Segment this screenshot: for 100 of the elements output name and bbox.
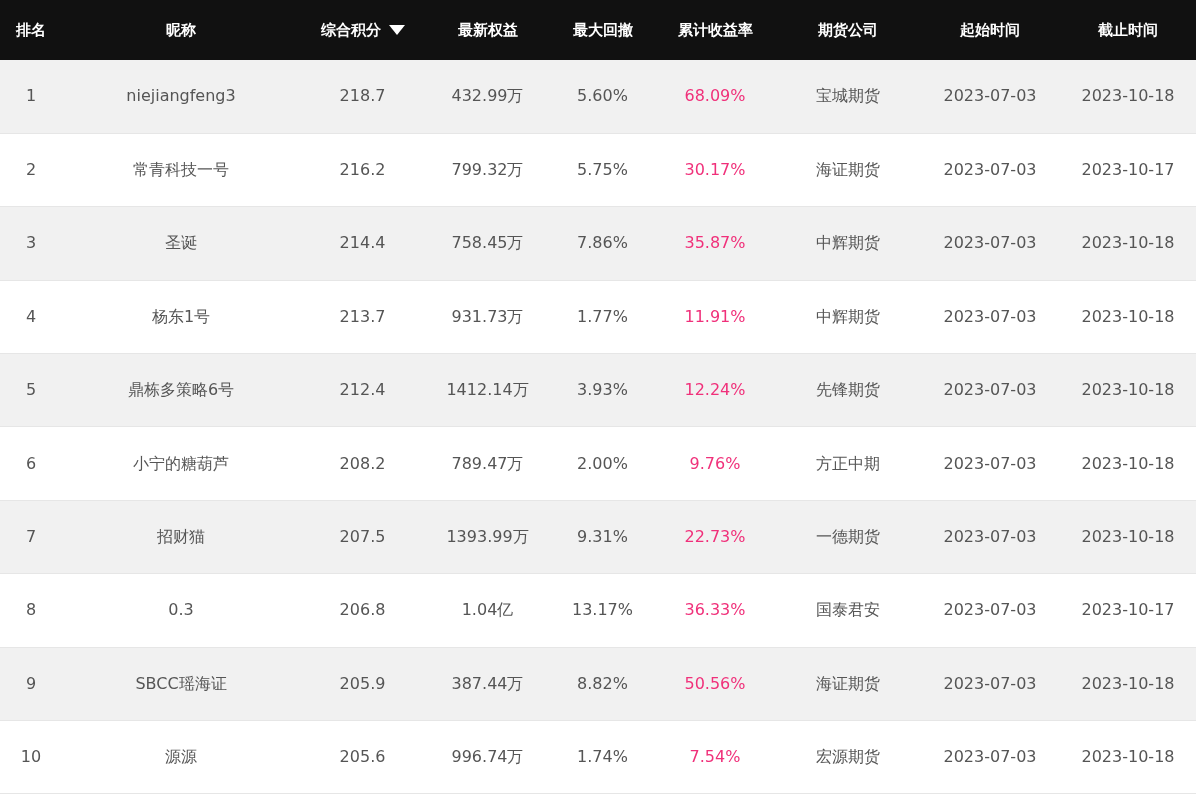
table-cell: 1 [25,86,37,106]
table-cell: 1.77% [577,306,628,326]
table-cell: 9.31% [577,527,628,547]
table-cell: 海证期货 [815,160,880,180]
table-cell: 方正中期 [815,453,880,473]
table-cell: 11.91% [684,306,746,326]
table-cell: 9.76% [689,453,741,473]
table-cell: 12.24% [684,380,746,400]
table-cell: 圣诞 [165,233,197,253]
table-cell: 2.00% [577,453,628,473]
table-cell: 海证期货 [815,673,880,693]
table-cell: 2023-10-18 [1081,747,1175,767]
table-cell: 931.73万 [451,306,524,326]
column-header[interactable]: 截止时间 [1098,18,1158,42]
table-cell: 2023-07-03 [943,233,1037,253]
table-cell: 216.2 [339,160,386,180]
table-cell: 2023-10-17 [1081,160,1175,180]
table-cell: 1393.99万 [446,527,529,547]
table-cell: 2023-10-18 [1081,380,1175,400]
table-cell: 2023-07-03 [943,453,1037,473]
table-cell: 996.74万 [451,747,524,767]
table-cell: 先锋期货 [815,380,880,400]
column-header[interactable]: 排名 [16,18,46,42]
table-cell: 1.74% [577,747,628,767]
table-cell: 206.8 [339,600,386,620]
table-cell: 2023-07-03 [943,380,1037,400]
table-cell: 招财猫 [157,527,205,547]
sort-descending-icon[interactable] [388,25,405,35]
table-cell: 213.7 [339,306,386,326]
table-cell: 一德期货 [815,527,880,547]
column-header[interactable]: 期货公司 [817,18,878,42]
table-cell: 5.60% [577,86,628,106]
table-cell: 8.82% [577,673,628,693]
table-cell: 2023-10-18 [1081,527,1175,547]
table-cell: 国泰君安 [815,600,880,620]
table-cell: 2023-10-17 [1081,600,1175,620]
table-cell: 22.73% [684,527,746,547]
table-cell: 218.7 [339,86,386,106]
table-cell: SBCC瑶海证 [135,673,227,693]
column-header[interactable]: 起始时间 [960,18,1020,42]
table-cell: niejiangfeng3 [126,86,236,106]
table-cell: 214.4 [339,233,386,253]
table-cell: 2023-07-03 [943,86,1037,106]
column-header[interactable]: 昵称 [166,18,196,42]
table-cell: 432.99万 [451,86,524,106]
table-cell: 13.17% [572,600,633,620]
table-cell: 7 [25,527,37,547]
table-cell: 207.5 [339,527,386,547]
table-cell: 50.56% [684,673,746,693]
table-cell: 宏源期货 [815,747,880,767]
column-header[interactable]: 最新权益 [457,18,518,42]
table-cell: 4 [25,306,37,326]
table-cell: 6 [25,453,37,473]
table-cell: 小宁的糖葫芦 [133,453,229,473]
table-cell: 789.47万 [451,453,524,473]
table-cell: 5.75% [577,160,628,180]
table-cell: 2023-07-03 [943,673,1037,693]
table-cell: 799.32万 [451,160,524,180]
table-cell: 3.93% [577,380,628,400]
table-cell: 中辉期货 [815,306,880,326]
table-cell: 常青科技一号 [133,160,229,180]
table-cell: 7.54% [689,747,741,767]
table-cell: 2023-07-03 [943,306,1037,326]
table-cell: 2023-07-03 [943,747,1037,767]
table-cell: 212.4 [339,380,386,400]
table-cell: 0.3 [168,600,194,620]
table-cell: 7.86% [577,233,628,253]
table-cell: 3 [25,233,37,253]
table-cell: 9 [25,673,37,693]
column-header[interactable]: 综合积分 [320,18,381,42]
table-cell: 2 [25,160,37,180]
table-cell: 10 [20,747,42,767]
table-cell: 8 [25,600,37,620]
column-header[interactable]: 最大回撤 [572,18,633,42]
table-cell: 758.45万 [451,233,524,253]
table-cell: 208.2 [339,453,386,473]
table-cell: 鼎栋多策略6号 [127,380,235,400]
table-cell: 205.6 [339,747,386,767]
table-cell: 1.04亿 [461,600,514,620]
table-cell: 2023-10-18 [1081,233,1175,253]
table-cell: 387.44万 [451,673,524,693]
column-header[interactable]: 累计收益率 [677,18,753,42]
table-cell: 宝城期货 [815,86,880,106]
table-cell: 5 [25,380,37,400]
table-cell: 源源 [165,747,197,767]
table-cell: 2023-10-18 [1081,453,1175,473]
table-cell: 68.09% [684,86,746,106]
table-cell: 2023-10-18 [1081,673,1175,693]
table-cell: 2023-07-03 [943,160,1037,180]
table-cell: 杨东1号 [151,306,211,326]
table-cell: 36.33% [684,600,746,620]
table-cell: 中辉期货 [815,233,880,253]
table-cell: 2023-10-18 [1081,306,1175,326]
table-cell: 2023-07-03 [943,527,1037,547]
table-cell: 30.17% [684,160,746,180]
table-cell: 2023-10-18 [1081,86,1175,106]
table-cell: 35.87% [684,233,746,253]
table-cell: 205.9 [339,673,386,693]
table-cell: 1412.14万 [446,380,529,400]
table-cell: 2023-07-03 [943,600,1037,620]
